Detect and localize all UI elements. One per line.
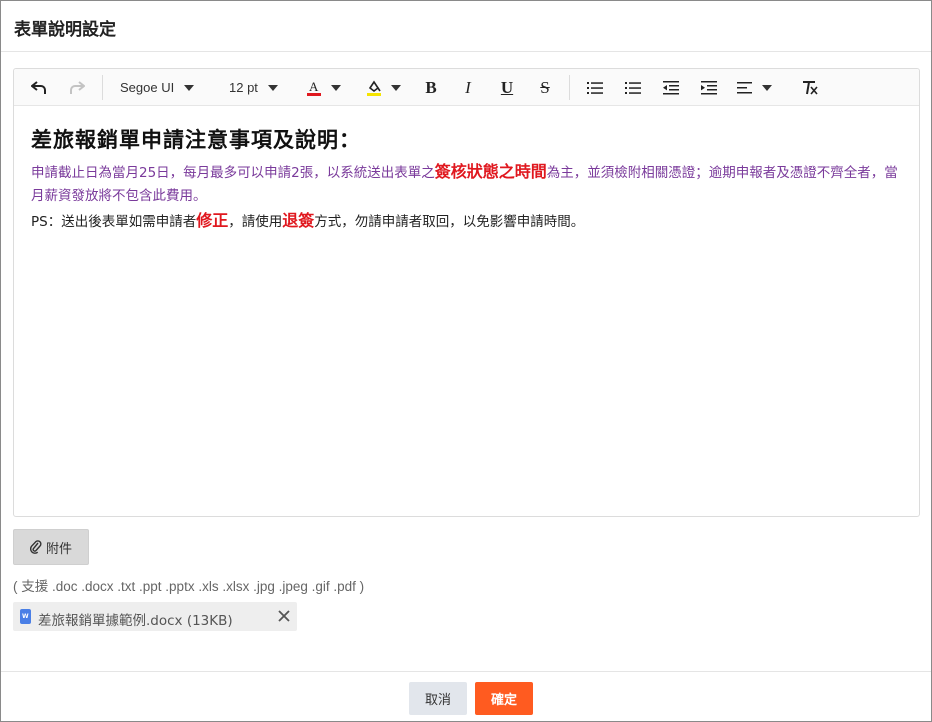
toolbar-separator: [569, 75, 570, 100]
highlight-color-button[interactable]: [367, 74, 411, 101]
chevron-down-icon: [331, 84, 341, 91]
dialog-header: 表單說明設定: [1, 1, 931, 52]
italic-button[interactable]: I: [457, 74, 479, 101]
form-description-dialog: 表單說明設定 Segoe UI 12 pt A B I U S 差旅報銷單申請注…: [0, 0, 932, 722]
bold-button[interactable]: B: [420, 74, 442, 101]
redo-button[interactable]: [66, 74, 88, 101]
chevron-down-icon: [267, 84, 278, 91]
bullet-list-icon: [587, 81, 603, 94]
undo-icon: [31, 80, 46, 94]
text-color-button[interactable]: A: [307, 74, 351, 101]
paragraph-2-text-c: 方式，勿請申請者取回，以免影響申請時間。: [314, 214, 585, 230]
close-icon[interactable]: [276, 608, 292, 624]
word-document-icon: [20, 609, 31, 624]
dialog-footer: 取消 確定: [1, 671, 931, 722]
paperclip-icon: [29, 540, 42, 554]
font-size-value: 12 pt: [229, 80, 258, 95]
strikethrough-icon: S: [540, 77, 550, 97]
toolbar-separator: [102, 75, 103, 100]
italic-icon: I: [465, 77, 471, 97]
confirm-button[interactable]: 確定: [475, 682, 533, 715]
bold-icon: B: [425, 77, 437, 97]
align-select[interactable]: [737, 74, 781, 101]
chevron-down-icon: [762, 84, 772, 91]
undo-button[interactable]: [28, 74, 50, 101]
font-size-select[interactable]: 12 pt: [229, 74, 299, 101]
highlight-icon: [367, 80, 381, 96]
attached-file-item: 差旅報銷單據範例.docx (13KB): [13, 602, 297, 631]
paragraph-2-highlight-1: 修正: [196, 211, 229, 230]
content-paragraph-1: 申請截止日為當月25日，每月最多可以申請2張，以系統送出表單之簽核狀態之時間為主…: [31, 160, 909, 208]
paragraph-2-highlight-2: 退簽: [282, 211, 315, 230]
chevron-down-icon: [391, 84, 401, 91]
attachment-button[interactable]: 附件: [13, 529, 89, 565]
editor-content[interactable]: 差旅報銷單申請注意事項及說明： 申請截止日為當月25日，每月最多可以申請2張，以…: [31, 124, 911, 235]
underline-icon: U: [500, 77, 514, 97]
dialog-title: 表單說明設定: [14, 20, 116, 40]
cancel-button[interactable]: 取消: [409, 682, 467, 715]
paragraph-1-highlight: 簽核狀態之時間: [434, 162, 547, 181]
editor-toolbar: Segoe UI 12 pt A B I U S: [14, 69, 919, 106]
content-paragraph-2: PS：送出後表單如需申請者修正，請使用退簽方式，勿請申請者取回，以免影響申請時間…: [31, 208, 911, 235]
font-family-select[interactable]: Segoe UI: [120, 74, 210, 101]
paragraph-2-text-b: ，請使用: [228, 214, 283, 230]
content-heading: 差旅報銷單申請注意事項及說明：: [31, 128, 361, 152]
rich-text-editor[interactable]: Segoe UI 12 pt A B I U S 差旅報銷單申請注意事項及說明：…: [13, 68, 920, 517]
svg-text:A: A: [309, 79, 319, 94]
outdent-button[interactable]: [660, 74, 682, 101]
indent-button[interactable]: [698, 74, 720, 101]
supported-formats-note: ( 支援 .doc .docx .txt .ppt .pptx .xls .xl…: [13, 579, 365, 594]
paragraph-2-text-a: PS：送出後表單如需申請者: [31, 214, 197, 230]
strikethrough-button[interactable]: S: [534, 74, 556, 101]
redo-icon: [70, 80, 85, 94]
attached-file-name[interactable]: 差旅報銷單據範例.docx (13KB): [38, 609, 233, 629]
chevron-down-icon: [184, 84, 195, 91]
clear-format-button[interactable]: [799, 74, 821, 101]
align-icon: [737, 81, 752, 93]
outdent-icon: [663, 80, 679, 94]
clear-format-icon: [803, 80, 818, 95]
bullet-list-button[interactable]: [584, 74, 606, 101]
numbered-list-button[interactable]: [622, 74, 644, 101]
underline-button[interactable]: U: [496, 74, 518, 101]
indent-icon: [701, 80, 717, 94]
font-family-value: Segoe UI: [120, 80, 175, 95]
text-color-icon: A: [307, 79, 321, 96]
attachment-button-label: 附件: [45, 541, 72, 557]
numbered-list-icon: [625, 81, 641, 94]
paragraph-1-text-a: 申請截止日為當月25日，每月最多可以申請2張，以系統送出表單之: [31, 165, 435, 181]
